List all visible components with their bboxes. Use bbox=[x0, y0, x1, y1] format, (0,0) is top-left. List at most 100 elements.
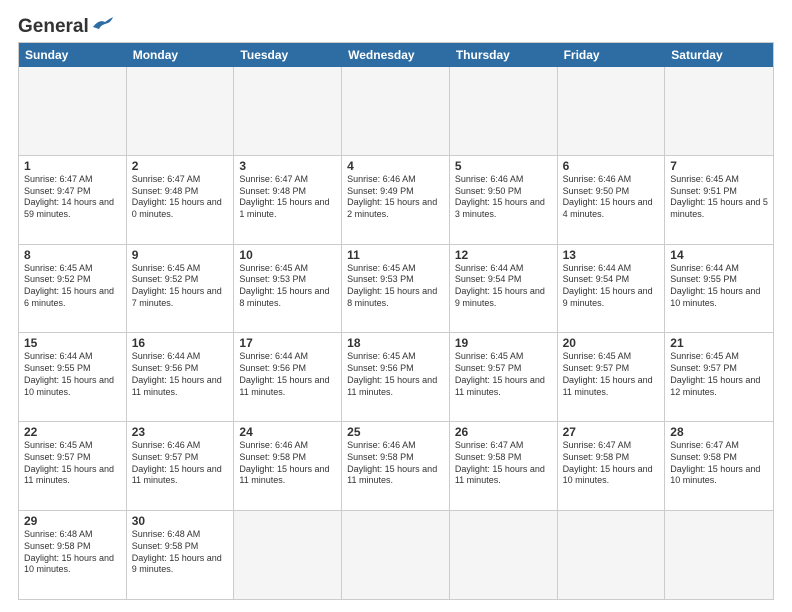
day-header-thursday: Thursday bbox=[450, 43, 558, 67]
day-number: 23 bbox=[132, 425, 229, 439]
day-info: Sunrise: 6:47 AM Sunset: 9:47 PM Dayligh… bbox=[24, 174, 121, 221]
day-header-saturday: Saturday bbox=[665, 43, 773, 67]
day-cell: 4Sunrise: 6:46 AM Sunset: 9:49 PM Daylig… bbox=[342, 156, 450, 244]
day-cell: 16Sunrise: 6:44 AM Sunset: 9:56 PM Dayli… bbox=[127, 333, 235, 421]
day-number: 30 bbox=[132, 514, 229, 528]
day-info: Sunrise: 6:45 AM Sunset: 9:57 PM Dayligh… bbox=[563, 351, 660, 398]
day-info: Sunrise: 6:48 AM Sunset: 9:58 PM Dayligh… bbox=[132, 529, 229, 576]
day-number: 17 bbox=[239, 336, 336, 350]
day-cell: 1Sunrise: 6:47 AM Sunset: 9:47 PM Daylig… bbox=[19, 156, 127, 244]
day-number: 22 bbox=[24, 425, 121, 439]
day-number: 16 bbox=[132, 336, 229, 350]
day-cell: 24Sunrise: 6:46 AM Sunset: 9:58 PM Dayli… bbox=[234, 422, 342, 510]
day-cell bbox=[665, 67, 773, 155]
calendar-body: 1Sunrise: 6:47 AM Sunset: 9:47 PM Daylig… bbox=[19, 67, 773, 599]
day-number: 10 bbox=[239, 248, 336, 262]
day-number: 29 bbox=[24, 514, 121, 528]
day-number: 9 bbox=[132, 248, 229, 262]
day-number: 4 bbox=[347, 159, 444, 173]
day-info: Sunrise: 6:44 AM Sunset: 9:54 PM Dayligh… bbox=[455, 263, 552, 310]
day-info: Sunrise: 6:47 AM Sunset: 9:58 PM Dayligh… bbox=[670, 440, 768, 487]
logo-bird-icon bbox=[91, 17, 113, 31]
day-cell bbox=[450, 511, 558, 599]
day-info: Sunrise: 6:46 AM Sunset: 9:50 PM Dayligh… bbox=[563, 174, 660, 221]
day-number: 5 bbox=[455, 159, 552, 173]
day-cell: 11Sunrise: 6:45 AM Sunset: 9:53 PM Dayli… bbox=[342, 245, 450, 333]
day-cell: 20Sunrise: 6:45 AM Sunset: 9:57 PM Dayli… bbox=[558, 333, 666, 421]
day-cell bbox=[558, 511, 666, 599]
day-info: Sunrise: 6:44 AM Sunset: 9:55 PM Dayligh… bbox=[24, 351, 121, 398]
day-cell: 25Sunrise: 6:46 AM Sunset: 9:58 PM Dayli… bbox=[342, 422, 450, 510]
day-cell: 7Sunrise: 6:45 AM Sunset: 9:51 PM Daylig… bbox=[665, 156, 773, 244]
day-info: Sunrise: 6:45 AM Sunset: 9:57 PM Dayligh… bbox=[24, 440, 121, 487]
day-number: 13 bbox=[563, 248, 660, 262]
day-info: Sunrise: 6:46 AM Sunset: 9:49 PM Dayligh… bbox=[347, 174, 444, 221]
week-row-4: 22Sunrise: 6:45 AM Sunset: 9:57 PM Dayli… bbox=[19, 421, 773, 510]
day-number: 18 bbox=[347, 336, 444, 350]
day-info: Sunrise: 6:45 AM Sunset: 9:56 PM Dayligh… bbox=[347, 351, 444, 398]
day-header-tuesday: Tuesday bbox=[234, 43, 342, 67]
day-number: 14 bbox=[670, 248, 768, 262]
day-number: 25 bbox=[347, 425, 444, 439]
logo-general: General bbox=[18, 16, 89, 38]
day-cell: 13Sunrise: 6:44 AM Sunset: 9:54 PM Dayli… bbox=[558, 245, 666, 333]
day-info: Sunrise: 6:44 AM Sunset: 9:56 PM Dayligh… bbox=[239, 351, 336, 398]
day-info: Sunrise: 6:45 AM Sunset: 9:53 PM Dayligh… bbox=[347, 263, 444, 310]
day-info: Sunrise: 6:46 AM Sunset: 9:58 PM Dayligh… bbox=[239, 440, 336, 487]
day-number: 8 bbox=[24, 248, 121, 262]
day-number: 21 bbox=[670, 336, 768, 350]
day-info: Sunrise: 6:45 AM Sunset: 9:52 PM Dayligh… bbox=[24, 263, 121, 310]
day-info: Sunrise: 6:45 AM Sunset: 9:53 PM Dayligh… bbox=[239, 263, 336, 310]
day-cell bbox=[127, 67, 235, 155]
week-row-2: 8Sunrise: 6:45 AM Sunset: 9:52 PM Daylig… bbox=[19, 244, 773, 333]
day-cell: 27Sunrise: 6:47 AM Sunset: 9:58 PM Dayli… bbox=[558, 422, 666, 510]
day-cell bbox=[665, 511, 773, 599]
day-number: 6 bbox=[563, 159, 660, 173]
day-info: Sunrise: 6:45 AM Sunset: 9:52 PM Dayligh… bbox=[132, 263, 229, 310]
day-cell: 6Sunrise: 6:46 AM Sunset: 9:50 PM Daylig… bbox=[558, 156, 666, 244]
day-number: 7 bbox=[670, 159, 768, 173]
day-cell bbox=[342, 67, 450, 155]
week-row-0 bbox=[19, 67, 773, 155]
week-row-1: 1Sunrise: 6:47 AM Sunset: 9:47 PM Daylig… bbox=[19, 155, 773, 244]
day-number: 15 bbox=[24, 336, 121, 350]
day-number: 26 bbox=[455, 425, 552, 439]
day-cell bbox=[234, 67, 342, 155]
day-info: Sunrise: 6:45 AM Sunset: 9:57 PM Dayligh… bbox=[455, 351, 552, 398]
day-cell: 30Sunrise: 6:48 AM Sunset: 9:58 PM Dayli… bbox=[127, 511, 235, 599]
day-info: Sunrise: 6:47 AM Sunset: 9:58 PM Dayligh… bbox=[563, 440, 660, 487]
day-cell: 22Sunrise: 6:45 AM Sunset: 9:57 PM Dayli… bbox=[19, 422, 127, 510]
day-number: 20 bbox=[563, 336, 660, 350]
day-header-monday: Monday bbox=[127, 43, 235, 67]
day-cell: 8Sunrise: 6:45 AM Sunset: 9:52 PM Daylig… bbox=[19, 245, 127, 333]
day-header-friday: Friday bbox=[558, 43, 666, 67]
day-cell bbox=[342, 511, 450, 599]
day-number: 2 bbox=[132, 159, 229, 173]
day-number: 12 bbox=[455, 248, 552, 262]
day-cell: 26Sunrise: 6:47 AM Sunset: 9:58 PM Dayli… bbox=[450, 422, 558, 510]
day-info: Sunrise: 6:46 AM Sunset: 9:58 PM Dayligh… bbox=[347, 440, 444, 487]
day-number: 3 bbox=[239, 159, 336, 173]
day-header-sunday: Sunday bbox=[19, 43, 127, 67]
day-info: Sunrise: 6:44 AM Sunset: 9:55 PM Dayligh… bbox=[670, 263, 768, 310]
week-row-3: 15Sunrise: 6:44 AM Sunset: 9:55 PM Dayli… bbox=[19, 332, 773, 421]
day-cell: 9Sunrise: 6:45 AM Sunset: 9:52 PM Daylig… bbox=[127, 245, 235, 333]
day-cell: 21Sunrise: 6:45 AM Sunset: 9:57 PM Dayli… bbox=[665, 333, 773, 421]
day-cell bbox=[234, 511, 342, 599]
day-number: 1 bbox=[24, 159, 121, 173]
day-cell: 28Sunrise: 6:47 AM Sunset: 9:58 PM Dayli… bbox=[665, 422, 773, 510]
logo: General bbox=[18, 16, 113, 34]
day-info: Sunrise: 6:47 AM Sunset: 9:48 PM Dayligh… bbox=[132, 174, 229, 221]
day-info: Sunrise: 6:45 AM Sunset: 9:51 PM Dayligh… bbox=[670, 174, 768, 221]
day-number: 11 bbox=[347, 248, 444, 262]
day-headers: SundayMondayTuesdayWednesdayThursdayFrid… bbox=[19, 43, 773, 67]
day-info: Sunrise: 6:45 AM Sunset: 9:57 PM Dayligh… bbox=[670, 351, 768, 398]
day-number: 27 bbox=[563, 425, 660, 439]
day-cell: 3Sunrise: 6:47 AM Sunset: 9:48 PM Daylig… bbox=[234, 156, 342, 244]
day-cell: 10Sunrise: 6:45 AM Sunset: 9:53 PM Dayli… bbox=[234, 245, 342, 333]
day-info: Sunrise: 6:47 AM Sunset: 9:58 PM Dayligh… bbox=[455, 440, 552, 487]
day-info: Sunrise: 6:44 AM Sunset: 9:56 PM Dayligh… bbox=[132, 351, 229, 398]
calendar: SundayMondayTuesdayWednesdayThursdayFrid… bbox=[18, 42, 774, 600]
day-cell: 2Sunrise: 6:47 AM Sunset: 9:48 PM Daylig… bbox=[127, 156, 235, 244]
day-info: Sunrise: 6:46 AM Sunset: 9:50 PM Dayligh… bbox=[455, 174, 552, 221]
